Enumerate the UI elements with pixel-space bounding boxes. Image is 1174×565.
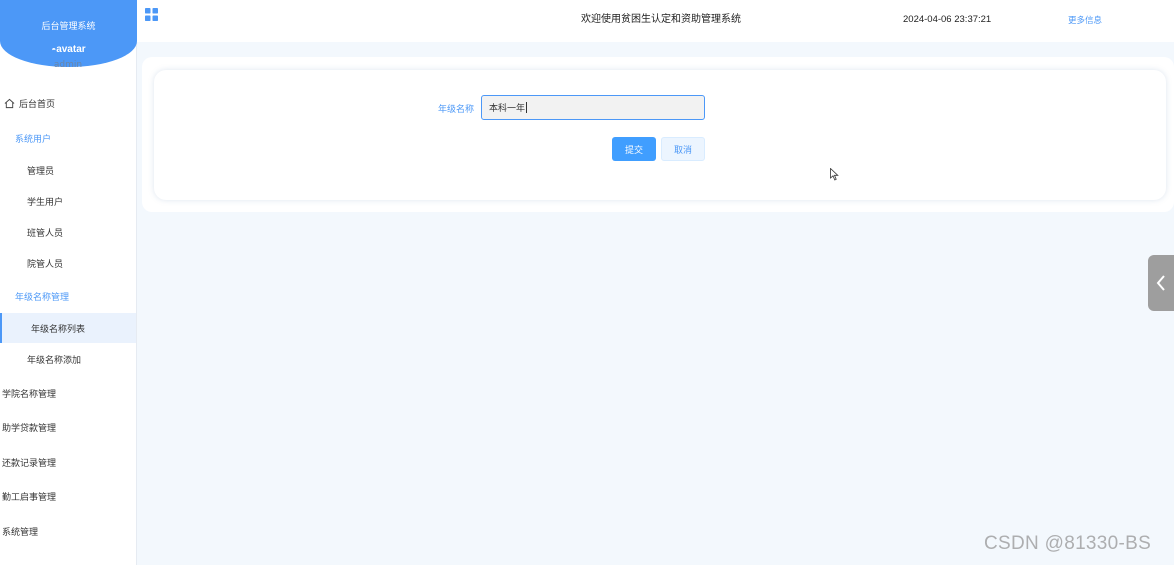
sidebar-item-workstudy-mgmt[interactable]: 勤工启事管理 — [0, 481, 136, 511]
sidebar-item-college-staff[interactable]: 院管人员 — [0, 248, 136, 278]
submit-button[interactable]: 提交 — [612, 137, 656, 161]
brand-header: 后台管理系统 ◓avatar — [0, 0, 137, 67]
username: admin — [53, 60, 83, 70]
more-info-link[interactable]: 更多信息 — [1068, 14, 1102, 26]
page-title: 欢迎使用贫困生认定和资助管理系统 — [581, 14, 741, 25]
main-content: 年级名称 本科一年 提交 取消 — [142, 57, 1174, 212]
sidebar-item-grade-list[interactable]: 年级名称列表 — [0, 313, 136, 343]
top-header: 欢迎使用贫困生认定和资助管理系统 2024-04-06 23:37:21 更多信… — [137, 0, 1174, 42]
sidebar-item-label: 助学贷款管理 — [2, 423, 57, 434]
sidebar-item-grade-add[interactable]: 年级名称添加 — [0, 344, 136, 374]
sidebar-item-label: 勤工启事管理 — [2, 492, 57, 503]
sidebar: 后台管理系统 ◓avatar admin 后台首页 系统用户 管理员 学生用户 … — [0, 0, 137, 565]
home-icon — [4, 98, 15, 108]
avatar-alt-text: avatar — [56, 44, 86, 55]
sidebar-group-label: 系统用户 — [15, 134, 52, 145]
text-caret — [526, 102, 528, 113]
sidebar-item-student-user[interactable]: 学生用户 — [0, 186, 136, 216]
sidebar-item-label: 学生用户 — [27, 197, 64, 208]
sidebar-item-label: 年级名称添加 — [27, 355, 82, 366]
sidebar-item-repay-mgmt[interactable]: 还款记录管理 — [0, 447, 136, 477]
sidebar-item-label: 系统管理 — [2, 527, 39, 538]
brand-title: 后台管理系统 — [41, 22, 96, 32]
sidebar-item-label: 年级名称列表 — [31, 324, 86, 335]
sidebar-item-home[interactable]: 后台首页 — [0, 88, 136, 118]
sidebar-group-label: 年级名称管理 — [15, 292, 70, 303]
sidebar-item-label: 院管人员 — [27, 259, 64, 270]
grade-name-label: 年级名称 — [438, 105, 475, 115]
sidebar-item-label: 还款记录管理 — [2, 458, 57, 469]
grade-name-value: 本科一年 — [489, 104, 526, 114]
cancel-button[interactable]: 取消 — [661, 137, 705, 161]
sidebar-item-label: 班管人员 — [27, 228, 64, 239]
sidebar-item-label: 学院名称管理 — [2, 389, 57, 400]
chevron-left-icon — [1156, 275, 1165, 291]
sidebar-group-grade[interactable]: 年级名称管理 — [0, 281, 136, 311]
sidebar-item-college-mgmt[interactable]: 学院名称管理 — [0, 378, 136, 408]
sidebar-group-users[interactable]: 系统用户 — [0, 123, 136, 153]
grade-form: 年级名称 本科一年 提交 取消 — [154, 70, 1166, 200]
grid-icon[interactable] — [145, 8, 158, 21]
cursor-icon — [830, 168, 839, 181]
watermark: CSDN @81330-BS — [984, 533, 1152, 554]
header-datetime: 2024-04-06 23:37:21 — [903, 14, 992, 25]
grade-name-input[interactable]: 本科一年 — [481, 95, 705, 120]
sidebar-item-loan-mgmt[interactable]: 助学贷款管理 — [0, 412, 136, 442]
avatar[interactable]: ◓avatar — [0, 44, 137, 55]
sidebar-item-class-staff[interactable]: 班管人员 — [0, 217, 136, 247]
sidebar-item-label: 管理员 — [27, 166, 55, 177]
drawer-toggle-button[interactable] — [1148, 255, 1174, 311]
sidebar-item-admin[interactable]: 管理员 — [0, 155, 136, 185]
sidebar-item-label: 后台首页 — [19, 99, 56, 110]
sidebar-item-system-mgmt[interactable]: 系统管理 — [0, 516, 136, 546]
